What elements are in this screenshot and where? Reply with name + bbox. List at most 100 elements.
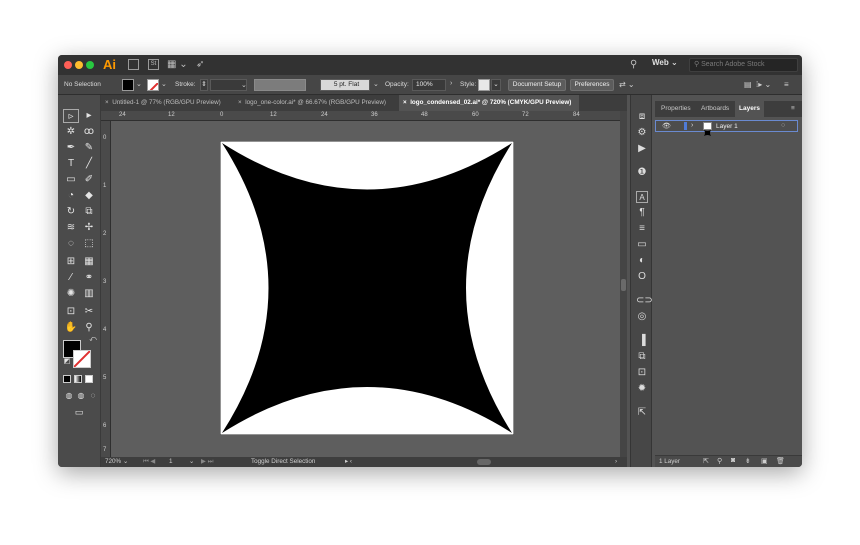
stroke-swatch[interactable] [147,79,159,91]
lightbulb-icon[interactable]: ⚲ [630,59,637,71]
vertical-ruler[interactable]: 0 1 2 3 4 5 6 7 [101,121,111,457]
eraser-tool-icon[interactable]: ◆ [81,189,97,203]
new-sublayer-icon[interactable]: ⇟ [745,457,751,465]
eyedropper-tool-icon[interactable]: ⁄ [63,271,79,285]
gpu-performance-icon[interactable]: ➶ [196,59,204,71]
arrange-documents-icon[interactable]: ▦ ⌄ [167,59,188,71]
libraries-icon[interactable]: ⧈ [636,111,648,123]
gradient-panel-icon[interactable]: ▭ [636,239,648,251]
zoom-level-field[interactable]: 720% [105,458,121,465]
swap-colors-icon[interactable]: ⤺ [85,333,101,347]
opentype-icon[interactable]: O [636,271,648,283]
tab-logo-one-color[interactable]: × logo_one-color.ai* @ 66.67% (RGB/GPU P… [234,95,399,111]
type-tool-icon[interactable]: T [63,157,79,171]
panel-menu-icon[interactable]: ≡ [787,101,799,117]
color-mode-icon[interactable] [63,375,71,383]
locate-object-icon[interactable]: ⚲ [717,457,722,465]
brush-dropdown-icon[interactable]: ⌄ [373,80,379,88]
artboard[interactable] [220,141,514,435]
artboard-number-field[interactable]: 1 [169,458,173,465]
screen-mode-icon[interactable]: ▭ [71,405,87,419]
first-artboard-icon[interactable]: ⏮ ◀ [143,458,155,466]
preferences-button[interactable]: Preferences [570,79,614,91]
pathfinder-icon[interactable]: ⧉ [636,351,648,363]
draw-inside-icon[interactable]: ◌ [85,389,101,403]
selection-tool-icon[interactable]: ▹ [63,109,79,123]
clipping-mask-icon[interactable]: ◙ [731,457,735,464]
layer-row[interactable]: 👁 › Layer 1 ○ [655,120,798,136]
delete-layer-icon[interactable]: 🗑 [776,457,785,465]
status-menu-icon[interactable]: ▸ ‹ [345,458,352,465]
scrollbar-thumb[interactable] [621,279,626,291]
paragraph-icon[interactable]: ¶ [636,207,648,219]
symbol-sprayer-tool-icon[interactable]: ✺ [63,287,79,301]
gradient-mode-icon[interactable] [74,375,82,383]
export-icon[interactable]: ⇱ [636,407,648,419]
stock-search-input[interactable]: ⚲ Search Adobe Stock [689,58,798,72]
tab-properties[interactable]: Properties [657,101,695,117]
appearance-icon[interactable]: ◎ [636,311,648,323]
tab-artboards[interactable]: Artboards [697,101,733,117]
color-guide-icon[interactable]: ✹ [636,383,648,395]
document-setup-button[interactable]: Document Setup [508,79,566,91]
fill-dropdown-icon[interactable]: ⌄ [136,80,142,88]
horizontal-ruler[interactable]: 24 12 0 12 24 36 48 60 72 84 [101,111,627,121]
opacity-arrow-icon[interactable]: › [450,80,452,87]
gradient-tool-icon[interactable]: ▦ [81,255,97,269]
arrange-icon[interactable]: ⇄ ⌄ [619,80,635,89]
panel-menu-icon[interactable]: ≡ [784,80,789,89]
rectangle-tool-icon[interactable]: ▭ [63,173,79,187]
minimize-window-button[interactable] [75,61,83,69]
none-mode-icon[interactable] [85,375,93,383]
puppet-warp-tool-icon[interactable]: ✢ [81,221,97,235]
brush-definition[interactable]: 5 pt. Flat [320,79,370,91]
stroke-dropdown-icon[interactable]: ⌄ [161,80,167,88]
style-swatch[interactable] [478,79,490,91]
blend-tool-icon[interactable]: ⚭ [81,271,97,285]
workspace-switcher[interactable]: Web ⌄ [652,58,678,67]
paintbrush-tool-icon[interactable]: ✐ [81,173,97,187]
mesh-tool-icon[interactable]: ⊞ [63,255,79,269]
scale-tool-icon[interactable]: ⧉ [81,205,97,219]
stock-icon[interactable]: St [148,59,159,70]
tab-close-icon[interactable]: × [403,99,407,106]
expand-layer-icon[interactable]: › [691,122,693,129]
perspective-grid-tool-icon[interactable]: ⬚ [81,237,97,251]
pen-tool-icon[interactable]: ✒ [63,141,79,155]
slice-tool-icon[interactable]: ✂ [81,305,97,319]
artboard-tool-icon[interactable]: ⊡ [63,305,79,319]
zoom-dropdown-icon[interactable]: ⌄ [123,458,128,465]
asset-export-icon[interactable]: ⚙ [636,127,648,139]
hand-tool-icon[interactable]: ✋ [63,321,79,335]
fill-swatch[interactable] [122,79,134,91]
line-segment-tool-icon[interactable]: ╱ [81,157,97,171]
transparency-icon[interactable]: ◐ [636,255,648,267]
layer-target-icon[interactable]: ○ [781,122,785,129]
scroll-right-icon[interactable]: › [615,458,617,465]
close-window-button[interactable] [64,61,72,69]
stroke-weight-stepper[interactable]: ⇕ [200,79,208,91]
eye-visibility-icon[interactable]: 👁 [662,122,671,130]
tab-logo-condensed[interactable]: × logo_condensed_02.ai* @ 720% (CMYK/GPU… [399,95,579,111]
lasso-tool-icon[interactable]: ꝏ [81,125,97,139]
vertical-scrollbar[interactable] [620,111,627,457]
transform-icon[interactable]: ▤ [744,80,752,89]
direct-selection-tool-icon[interactable]: ▸ [81,109,97,123]
tab-close-icon[interactable]: × [238,99,242,106]
magic-wand-tool-icon[interactable]: ✲ [63,125,79,139]
shape-builder-tool-icon[interactable]: ◌ [63,237,79,251]
zoom-window-button[interactable] [86,61,94,69]
artboard-dropdown-icon[interactable]: ⌄ [189,458,194,465]
horizontal-scroll-thumb[interactable] [477,459,491,465]
tab-layers[interactable]: Layers [735,101,764,117]
actions-icon[interactable]: ▶ [636,143,648,155]
links-icon[interactable]: ⊂⊃ [636,295,653,307]
shaper-tool-icon[interactable]: ◔ [63,189,79,203]
column-graph-tool-icon[interactable]: ▥ [81,287,97,301]
rotate-tool-icon[interactable]: ↻ [63,205,79,219]
align-panel-icon[interactable]: ▐ [636,335,648,347]
stroke-color-icon[interactable] [73,350,91,368]
tab-untitled[interactable]: × Untitled-1 @ 77% (RGB/GPU Preview) [101,95,234,111]
next-artboard-icon[interactable]: ▶ ⏭ [201,458,213,466]
style-dropdown-icon[interactable]: ⌄ [491,79,501,91]
